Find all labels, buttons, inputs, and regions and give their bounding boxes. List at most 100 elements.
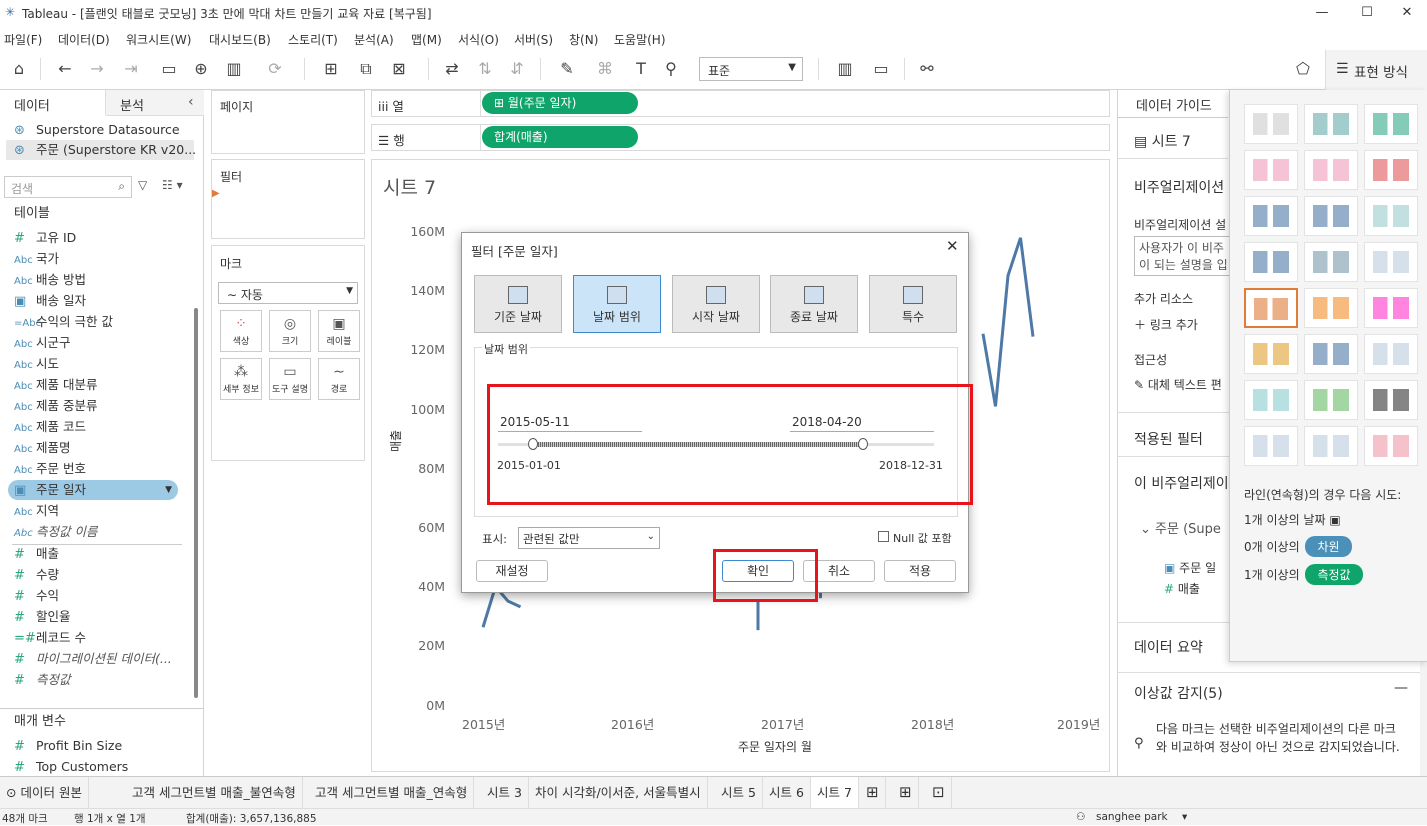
replay-icon[interactable]: ⇥ [116,58,146,80]
slider-start-handle[interactable] [528,438,538,450]
menu-help[interactable]: 도움말(H) [614,31,666,48]
close-window-button[interactable]: ✕ [1385,2,1427,24]
param-profit-bin[interactable]: # Profit Bin Size [14,736,122,756]
showme-chart-option[interactable] [1364,426,1418,466]
showme-chart-option[interactable] [1364,380,1418,420]
showme-chart-option[interactable] [1304,380,1358,420]
swap-icon[interactable]: ⇄ [440,58,464,80]
home-icon[interactable]: ⌂ [8,58,30,80]
share-icon[interactable]: ⚯ [916,58,938,80]
start-date-input[interactable]: 2015-05-11 [498,412,642,432]
new-sheet-icon[interactable]: ⊞ [860,777,886,808]
slider-end-handle[interactable] [858,438,868,450]
tab-sheet-5[interactable]: 시트 5 [715,777,763,808]
field-dimension[interactable]: ▣ 배송 일자 [14,291,86,311]
datasource-orders[interactable]: ⊛ 주문 (Superstore KR v20... [6,140,196,160]
tab-sheet-3[interactable]: 시트 3 [481,777,529,808]
field-dimension[interactable]: Abc 시도 [14,354,59,374]
filters-shelf[interactable]: 필터 ▶ [211,159,365,239]
pin-icon[interactable]: ⚲ [660,58,682,80]
tab-sheet-6[interactable]: 시트 6 [763,777,811,808]
field-measure[interactable]: # 마이그레이션된 데이터(... [14,649,172,669]
field-dimension[interactable]: # 고유 ID [14,228,76,248]
group-icon[interactable]: ⌘ [590,58,620,80]
showme-chart-option[interactable] [1304,104,1358,144]
apply-button[interactable]: 적용 [884,560,956,582]
presentation-icon[interactable]: ▭ [870,58,892,80]
showme-chart-option[interactable] [1304,196,1358,236]
undo-icon[interactable]: ← [54,58,76,80]
field-measure[interactable]: =#레코드 수 [14,628,86,648]
filter-icon[interactable]: ▽ [138,178,147,192]
showme-button[interactable]: ☰ 표현 방식 [1325,50,1427,90]
tab-special[interactable]: 특수 [869,275,957,333]
reset-button[interactable]: 재설정 [476,560,548,582]
showme-chart-option[interactable] [1244,104,1298,144]
minimize-button[interactable]: — [1300,2,1344,24]
showme-chart-option[interactable] [1244,334,1298,374]
pages-shelf[interactable]: 페이지 [211,90,365,154]
alt-text-link[interactable]: ✎ 대체 텍스트 편 [1134,376,1222,393]
tab-sheet-segment-continuous[interactable]: 고객 세그먼트별 매출_연속형 [309,777,475,808]
showme-chart-option[interactable] [1244,196,1298,236]
mark-type-select[interactable]: ∼ 자동 ▼ [218,282,358,304]
menu-dashboard[interactable]: 대시보드(B) [209,31,271,48]
scrollbar[interactable] [194,308,198,698]
user-name[interactable]: sanghee park [1096,811,1168,823]
view-options-icon[interactable]: ☷ ▾ [162,178,183,192]
field-dimension[interactable]: Abc 제품 대분류 [14,375,97,395]
tab-sheet-diff[interactable]: 차이 시각화/이서준, 서울특별시 [529,777,708,808]
path-button[interactable]: ∼ 경로 [318,358,360,400]
field-measure[interactable]: # 수량 [14,565,59,585]
field-measure[interactable]: # 측정값 [14,670,71,690]
menu-data[interactable]: 데이터(D) [58,31,110,48]
tab-relative-date[interactable]: 기준 날짜 [474,275,562,333]
null-checkbox[interactable] [878,531,889,542]
new-dashboard-icon[interactable]: ⊞ [893,777,919,808]
field-dimension[interactable]: Abc 제품 중분류 [14,396,97,416]
highlight-icon[interactable]: ✎ [552,58,582,80]
showme-chart-option[interactable] [1364,104,1418,144]
tab-start-date[interactable]: 시작 날짜 [672,275,760,333]
menu-file[interactable]: 파일(F) [4,31,42,48]
cancel-button[interactable]: 취소 [803,560,875,582]
showme-chart-option[interactable] [1304,288,1358,328]
tab-date-range[interactable]: 날짜 범위 [573,275,661,333]
redo-icon[interactable]: → [86,58,108,80]
tab-datasource[interactable]: ⊙ 데이터 원본 [0,777,89,808]
showme-chart-option[interactable] [1304,426,1358,466]
rows-pill[interactable]: 합계(매출) [482,126,638,148]
search-input[interactable]: 검색 ⌕ [4,176,132,198]
showme-chart-option[interactable] [1244,242,1298,282]
collapse-icon[interactable]: ‹ [188,94,194,110]
field-dimension[interactable]: Abc 시군구 [14,333,71,353]
menu-analysis[interactable]: 분석(A) [354,31,394,48]
showme-chart-option[interactable] [1364,150,1418,190]
columns-pill[interactable]: ⊞ 월(주문 일자) [482,92,638,114]
showme-chart-option[interactable] [1304,334,1358,374]
showme-chart-option[interactable] [1364,288,1418,328]
new-sheet-icon[interactable]: ⊞ [314,58,348,80]
clear-sheet-icon[interactable]: ⊠ [384,58,414,80]
add-link[interactable]: ＋ 링크 추가 [1134,316,1198,333]
menu-worksheet[interactable]: 워크시트(W) [126,31,191,48]
field-measure[interactable]: # 매출 [14,544,59,564]
dialog-close-button[interactable]: ✕ [946,237,959,255]
show-select[interactable]: 관련된 값만 ⌄ [518,527,660,549]
detail-button[interactable]: ⁂ 세부 정보 [220,358,262,400]
save-icon[interactable]: ▭ [158,58,180,80]
show-cards-icon[interactable]: ▥ [828,58,862,80]
labels-icon[interactable]: T [630,58,652,80]
pause-updates-icon[interactable]: ▥ [222,58,246,80]
showme-chart-option[interactable] [1364,334,1418,374]
param-top-customers[interactable]: # Top Customers [14,757,128,777]
color-button[interactable]: ⁘ 색상 [220,310,262,352]
new-story-icon[interactable]: ⊡ [926,777,952,808]
field-dimension[interactable]: ▣ 주문 일자 ▼ [8,480,178,500]
chevron-down-icon[interactable]: ▾ [1182,811,1187,823]
viz-desc-input[interactable]: 사용자가 이 비주 이 되는 설명을 입 [1134,236,1244,276]
fit-select[interactable]: 표준 ▼ [699,57,803,81]
field-dimension[interactable]: Abc 측정값 이름 [14,522,97,542]
menu-server[interactable]: 서버(S) [514,31,553,48]
field-measure[interactable]: # 할인율 [14,607,71,627]
